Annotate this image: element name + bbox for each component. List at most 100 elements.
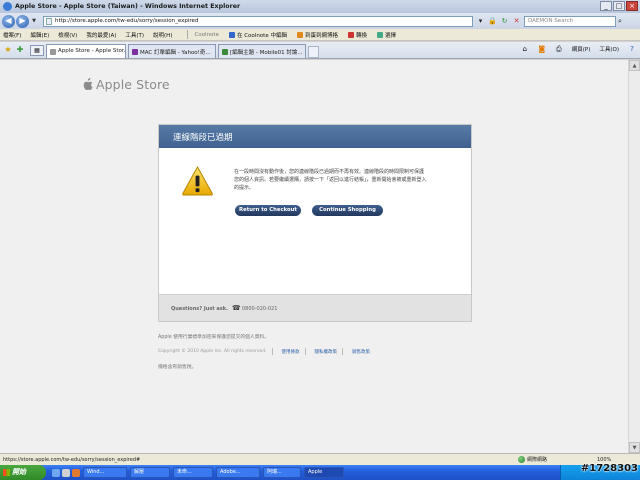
address-icons: ▾ 🔒 ↻ ✕ xyxy=(476,17,521,26)
link-coolnote-label: Coolnote xyxy=(194,31,219,38)
zoom-level[interactable]: 100% xyxy=(597,457,611,463)
continue-shopping-button[interactable]: Continue Shopping xyxy=(312,205,383,216)
link-blog-label: 到蛋到網博格 xyxy=(304,32,338,39)
menu-view[interactable]: 檢視(V) xyxy=(58,31,77,39)
tab-bar: ★ ✚ ▦ Apple Store - Apple Stor... × MAC … xyxy=(0,42,640,59)
desktop-launch-icon[interactable] xyxy=(62,468,70,477)
return-to-checkout-button[interactable]: Return to Checkout xyxy=(235,205,301,216)
convert-icon xyxy=(347,31,354,38)
address-url[interactable]: http://store.apple.com/tw-edu/sorry/sess… xyxy=(55,18,198,24)
footer-link-sales[interactable]: 銷售政策 xyxy=(352,349,370,355)
footer-link-terms[interactable]: 使用條款 xyxy=(282,349,300,355)
tab-label: Apple Store - Apple Stor... xyxy=(58,48,126,54)
tab-apple-store[interactable]: Apple Store - Apple Stor... × xyxy=(46,44,126,58)
footer-divider xyxy=(304,348,306,355)
menu-file[interactable]: 檔案(F) xyxy=(3,31,21,39)
search-icon[interactable]: ⌕ xyxy=(618,16,628,26)
panel-footer: Questions? Just ask. ☎ 0800-020-021 xyxy=(159,294,471,321)
scroll-up-arrow-icon[interactable]: ▲ xyxy=(629,60,640,71)
window-title: Apple Store - Apple Store (Taiwan) - Win… xyxy=(15,3,241,10)
security-zone[interactable]: 網際網路 xyxy=(518,456,547,463)
phone-icon: ☎ xyxy=(232,304,241,312)
search-input[interactable]: DAEMON Search xyxy=(524,15,616,27)
print-icon[interactable]: ⎙ xyxy=(555,45,563,53)
recent-pages-dropdown-icon[interactable]: ▼ xyxy=(30,16,38,26)
link-select[interactable]: 選擇 xyxy=(377,31,396,39)
menu-bar: 檔案(F) 編輯(E) 檢視(V) 我的最愛(A) 工具(T) 說明(H) Co… xyxy=(0,29,640,41)
link-convert[interactable]: 轉換 xyxy=(347,31,367,39)
favorites-star-icon[interactable]: ★ xyxy=(2,44,14,56)
tab-mobile01[interactable]: [編輯主題 - Mobile01 討論... xyxy=(218,44,306,58)
address-field[interactable]: http://store.apple.com/tw-edu/sorry/sess… xyxy=(43,15,473,27)
brand-name: Apple Store xyxy=(96,77,170,92)
taskbar-item-untitled[interactable]: 未命... xyxy=(173,467,213,478)
back-arrow-icon[interactable]: ◀ xyxy=(2,14,15,28)
panel-header: 連線階段已過期 xyxy=(159,125,471,148)
apple-store-logo[interactable]: Apple Store xyxy=(82,77,170,92)
maximize-button[interactable]: □ xyxy=(613,1,625,11)
menu-help[interactable]: 說明(H) xyxy=(153,31,172,39)
coolnote-icon xyxy=(228,31,235,38)
yahoo-tab-icon xyxy=(132,49,138,55)
taskbar-item-other[interactable]: 阿瑞... xyxy=(263,467,301,478)
tab-yahoo[interactable]: MAC 訂單編輯 - Yahoo!奇... xyxy=(128,44,216,58)
footer-divider xyxy=(342,348,344,355)
page-menu[interactable]: 網頁(P) xyxy=(572,45,591,53)
expired-message: 在一段時間沒有動作後，您的連線階段已過期而不再有效。連線階段的時間限制可保護您的… xyxy=(234,169,427,191)
vertical-scrollbar[interactable]: ▲ ▼ xyxy=(628,60,640,453)
mobile01-tab-icon xyxy=(222,49,228,55)
add-favorites-icon[interactable]: ✚ xyxy=(14,44,26,56)
start-button[interactable]: 開始 xyxy=(0,465,46,480)
tax-note: 價格含有銷售稅。 xyxy=(158,365,197,370)
status-bar: https://store.apple.com/tw-edu/sorry/ses… xyxy=(0,453,640,465)
menu-tools[interactable]: 工具(T) xyxy=(125,31,144,39)
session-expired-panel: 連線階段已過期 在一段時間沒有動作後，您的連線階段已過期而不再有效。連線階段的時… xyxy=(158,124,472,322)
taskbar-item-adobe[interactable]: Adobe... xyxy=(216,467,260,478)
menu-separator xyxy=(187,30,189,39)
taskbar-item-windows[interactable]: Wind... xyxy=(83,467,127,478)
window-controls: _ □ × xyxy=(600,1,638,11)
help-icon[interactable]: ? xyxy=(628,45,636,53)
media-launch-icon[interactable] xyxy=(72,468,80,477)
link-coolnote[interactable]: Coolnote xyxy=(194,32,219,38)
ie-icon xyxy=(3,2,12,11)
taskbar-item-unzip[interactable]: 解壓 xyxy=(130,467,170,478)
security-note: Apple 使用行業標準加密來保護您提交的個人資料。 xyxy=(158,335,270,340)
minimize-button[interactable]: _ xyxy=(600,1,612,11)
address-dropdown-icon[interactable]: ▾ xyxy=(476,17,485,26)
select-icon xyxy=(377,31,383,38)
title-bar: Apple Store - Apple Store (Taiwan) - Win… xyxy=(0,0,640,13)
menu-edit[interactable]: 編輯(E) xyxy=(30,31,49,39)
address-toolbar: ◀ ▶ ▼ http://store.apple.com/tw-edu/sorr… xyxy=(0,13,640,29)
link-blog[interactable]: 到蛋到網博格 xyxy=(296,31,338,39)
questions-text: Questions? Just ask. xyxy=(171,306,228,312)
phone-number: 0800-020-021 xyxy=(242,306,278,312)
link-edit-coolnote-label: 在 Coolnote 中編輯 xyxy=(236,32,287,39)
apple-tab-icon xyxy=(50,49,56,55)
warning-icon xyxy=(182,165,213,196)
link-select-label: 選擇 xyxy=(385,32,397,39)
taskbar-item-apple[interactable]: Apple xyxy=(304,467,344,478)
forward-arrow-icon[interactable]: ▶ xyxy=(16,14,29,28)
zone-label: 網際網路 xyxy=(527,457,548,463)
stop-icon[interactable]: ✕ xyxy=(512,17,521,26)
new-tab-button[interactable] xyxy=(308,46,319,58)
close-button[interactable]: × xyxy=(626,1,638,11)
home-icon[interactable]: ⌂ xyxy=(521,45,529,53)
footer-links-row: Copyright © 2010 Apple Inc. All rights r… xyxy=(158,348,370,355)
quick-launch xyxy=(52,468,80,477)
footer-divider xyxy=(271,348,273,355)
menu-favorites[interactable]: 我的最愛(A) xyxy=(86,31,116,39)
feeds-icon[interactable]: ◙ xyxy=(538,45,546,53)
scroll-down-arrow-icon[interactable]: ▼ xyxy=(629,442,640,453)
watermark-text: #1728303 xyxy=(580,463,638,474)
tools-menu[interactable]: 工具(O) xyxy=(599,45,619,53)
refresh-icon[interactable]: ↻ xyxy=(500,17,509,26)
quick-tabs-icon[interactable]: ▦ xyxy=(30,45,44,56)
footer-link-privacy[interactable]: 隱私權政策 xyxy=(315,349,338,355)
ie-launch-icon[interactable] xyxy=(52,468,60,477)
page-icon xyxy=(46,17,52,25)
globe-icon xyxy=(518,456,525,463)
link-edit-coolnote[interactable]: 在 Coolnote 中編輯 xyxy=(228,31,287,39)
lock-icon[interactable]: 🔒 xyxy=(488,17,497,26)
